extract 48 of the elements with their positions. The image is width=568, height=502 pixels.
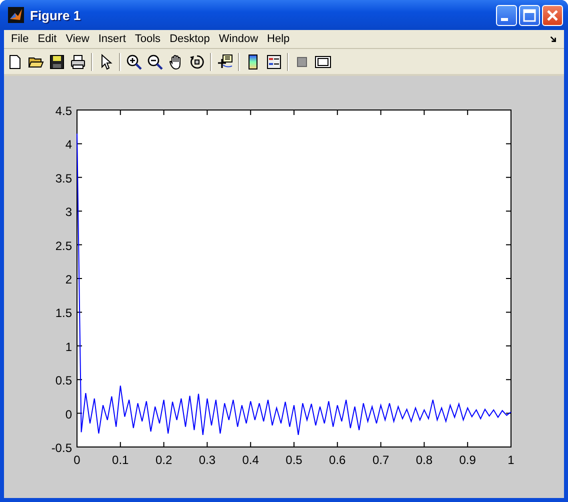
menu-item[interactable]: View [62, 33, 96, 45]
dock-arrow-icon[interactable] [549, 34, 558, 44]
legend-icon[interactable] [266, 54, 282, 70]
rotate-icon[interactable] [189, 54, 205, 70]
y-tick-label: -0.5 [51, 441, 72, 455]
menu-item[interactable]: Insert [95, 33, 132, 45]
x-tick-label: 0.2 [155, 453, 172, 467]
x-tick-label: 0.1 [112, 453, 129, 467]
y-tick-label: 0.5 [55, 374, 72, 388]
x-tick-label: 0.9 [459, 453, 476, 467]
y-tick-label: 1 [65, 340, 72, 354]
minimize-button[interactable] [496, 4, 517, 26]
close-icon [547, 10, 558, 20]
x-tick-label: 1 [508, 453, 514, 467]
zoom-in-icon[interactable] [126, 54, 142, 70]
print-icon[interactable] [70, 54, 86, 70]
x-tick-label: 0.7 [372, 453, 390, 467]
menu-item[interactable]: Help [264, 33, 296, 45]
x-tick-label: 0.5 [286, 453, 302, 467]
minimize-icon [501, 18, 508, 20]
menu-item[interactable]: Desktop [166, 33, 216, 45]
show-plot-tools-icon[interactable] [315, 54, 331, 70]
window-title: Figure 1 [30, 8, 81, 22]
menu-item[interactable]: Tools [132, 33, 167, 45]
menu-item[interactable]: Window [216, 33, 264, 45]
y-tick-label: 0 [65, 407, 72, 422]
save-icon[interactable] [49, 54, 65, 70]
y-tick-label: 3.5 [55, 171, 72, 186]
menu-item[interactable]: Edit [34, 33, 63, 45]
y-tick-label: 2.5 [55, 238, 72, 253]
y-tick-label: 1.5 [55, 306, 72, 320]
y-tick-label: 4 [65, 138, 72, 152]
x-tick-label: 0.3 [198, 453, 216, 467]
y-tick-label: 4.5 [55, 104, 72, 118]
zoom-out-icon[interactable] [147, 54, 163, 70]
y-tick-label: 2 [65, 272, 72, 286]
new-file-icon[interactable] [7, 54, 23, 70]
x-tick-label: 0.4 [242, 453, 259, 467]
x-tick-label: 0 [74, 453, 80, 467]
maximize-icon [523, 8, 536, 22]
y-tick-label: 3 [65, 205, 72, 220]
close-button[interactable] [542, 4, 563, 26]
menu-item[interactable]: File [8, 33, 35, 45]
x-tick-label: 0.8 [416, 453, 433, 467]
maximize-button[interactable] [519, 4, 540, 26]
app-logo-icon [8, 7, 24, 23]
data-cursor-icon[interactable] [217, 54, 233, 70]
x-tick-label: 0.6 [329, 453, 346, 467]
